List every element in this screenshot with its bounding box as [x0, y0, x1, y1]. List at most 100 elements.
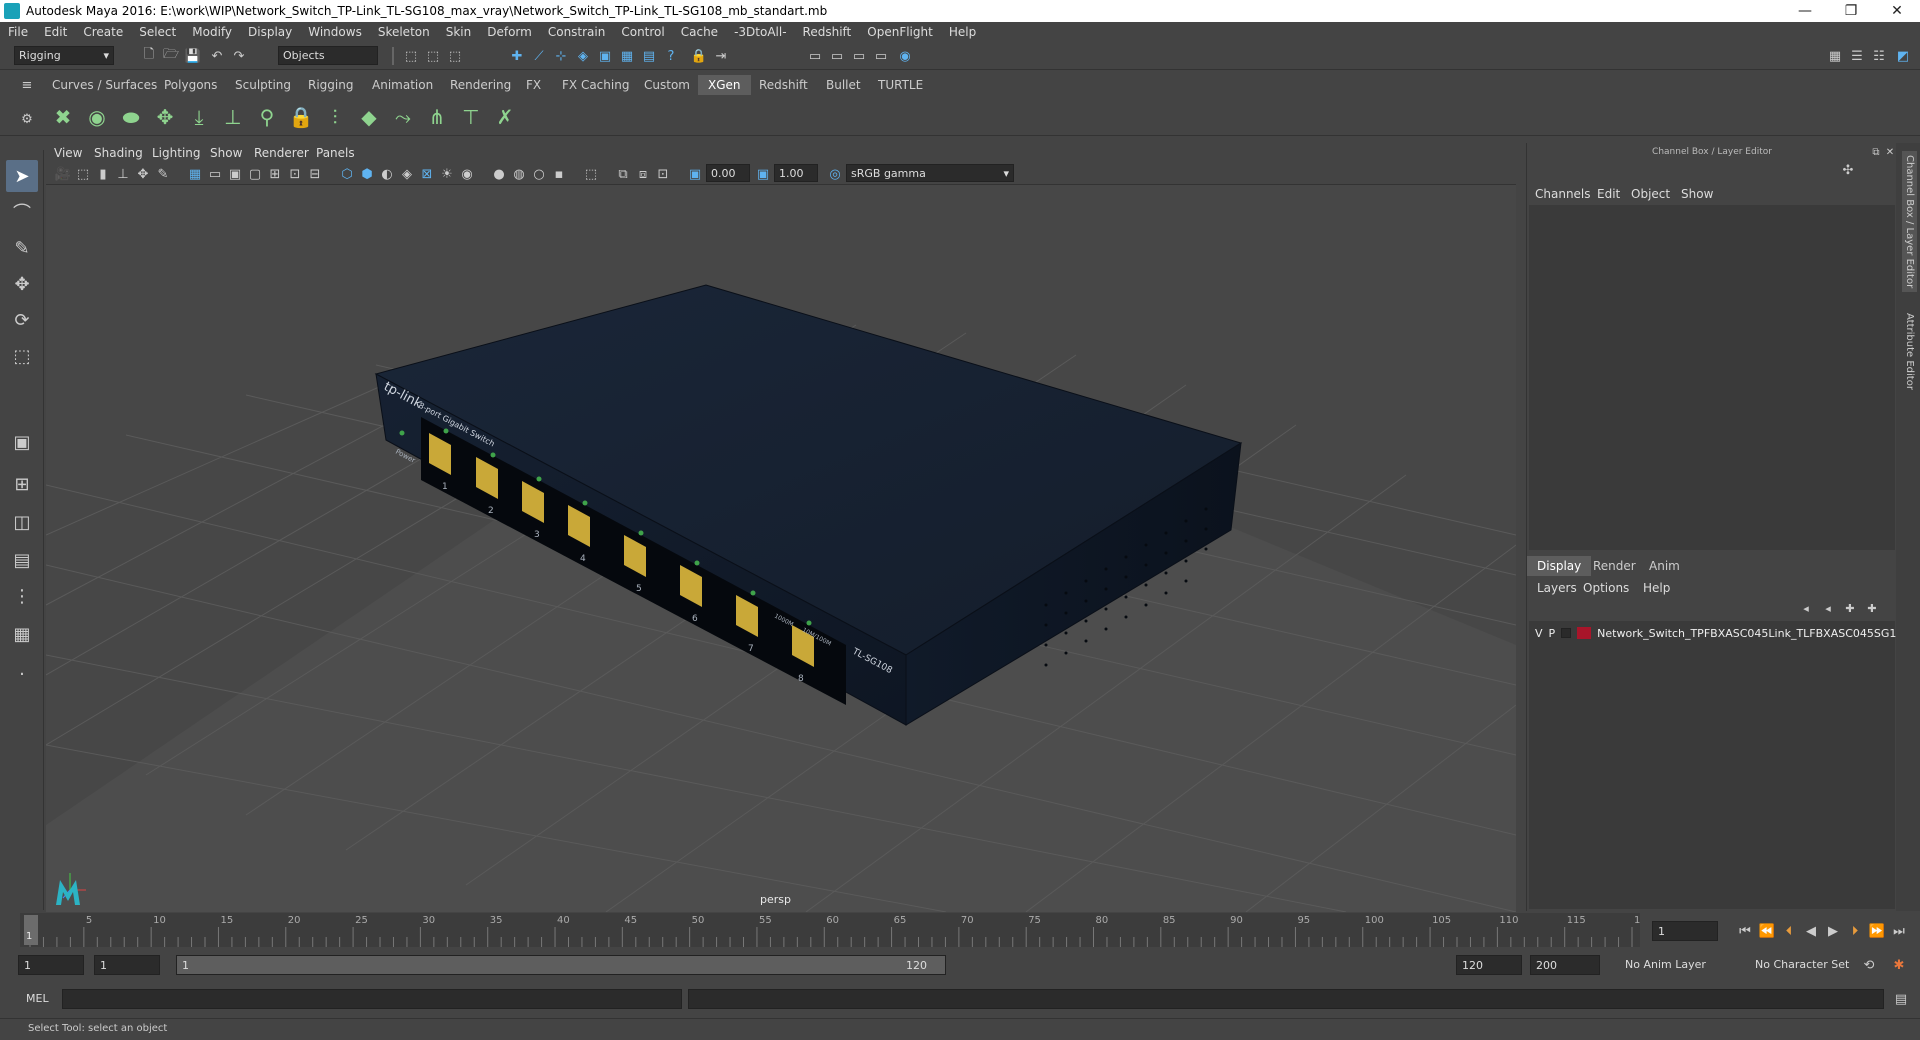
- menu-help[interactable]: Help: [941, 25, 984, 39]
- tab-curves-surfaces[interactable]: Curves / Surfaces: [42, 75, 167, 95]
- gamma-field[interactable]: 1.00: [774, 164, 818, 182]
- layout-graph-icon[interactable]: ⋮: [6, 580, 38, 612]
- xgen-grooming-icon[interactable]: ⫶: [320, 102, 350, 132]
- step-back-key-icon[interactable]: ⏪: [1758, 922, 1776, 940]
- rotate-tool-icon[interactable]: ⟳: [6, 304, 38, 336]
- script-editor-icon[interactable]: ▤: [1892, 990, 1910, 1008]
- edit-menu[interactable]: Edit: [1597, 187, 1620, 201]
- help-menu[interactable]: Help: [1643, 581, 1670, 595]
- scale-tool-icon[interactable]: ⬚: [6, 340, 38, 372]
- layout-icon[interactable]: ◩: [1894, 47, 1912, 65]
- isolate-select-icon[interactable]: ⬚: [582, 165, 600, 183]
- channel-box-toggle-icon[interactable]: ☰: [1848, 47, 1866, 65]
- bookmark-icon[interactable]: ▮: [94, 165, 112, 183]
- viewport-persp[interactable]: tp-link 8-port Gigabit Switch Power TL-S…: [46, 185, 1516, 912]
- image-plane-icon[interactable]: ⊥: [114, 165, 132, 183]
- panel-menu-renderer[interactable]: Renderer: [254, 146, 309, 160]
- playback-start-field[interactable]: 1: [94, 955, 160, 975]
- tab-fx-caching[interactable]: FX Caching: [552, 75, 639, 95]
- camera-attributes-icon[interactable]: ⬚: [74, 165, 92, 183]
- panel-menu-shading[interactable]: Shading: [94, 146, 143, 160]
- resolution-gate-icon[interactable]: ▣: [226, 165, 244, 183]
- grid-icon[interactable]: ▦: [186, 165, 204, 183]
- tool-settings-icon[interactable]: ☷: [1870, 47, 1888, 65]
- redo-icon[interactable]: ↷: [230, 47, 248, 65]
- tab-animation[interactable]: Animation: [362, 75, 443, 95]
- animation-start-field[interactable]: 1: [18, 955, 84, 975]
- tab-rendering[interactable]: Rendering: [440, 75, 521, 95]
- layout-four-icon[interactable]: ⊞: [6, 468, 38, 500]
- layer-type-box[interactable]: [1561, 628, 1572, 638]
- xgen-editor-icon[interactable]: ✖: [48, 102, 78, 132]
- step-back-frame-icon[interactable]: ⏴: [1780, 922, 1798, 940]
- open-scene-icon[interactable]: 🗁: [162, 47, 180, 65]
- snap-surface-icon[interactable]: ▦: [618, 47, 636, 65]
- menu-windows[interactable]: Windows: [300, 25, 370, 39]
- tab-custom[interactable]: Custom: [634, 75, 700, 95]
- play-backward-icon[interactable]: ◀: [1802, 922, 1820, 940]
- tab-channel-box-layer-editor[interactable]: Channel Box / Layer Editor: [1902, 151, 1917, 293]
- play-forward-icon[interactable]: ▶: [1824, 922, 1842, 940]
- tab-fx[interactable]: FX: [516, 75, 551, 95]
- menu-cache[interactable]: Cache: [673, 25, 726, 39]
- menu-openflight[interactable]: OpenFlight: [859, 25, 941, 39]
- step-forward-frame-icon[interactable]: ⏵: [1846, 922, 1864, 940]
- move-layer-up-icon[interactable]: ◂: [1797, 599, 1815, 617]
- panel-menu-show[interactable]: Show: [210, 146, 242, 160]
- safe-title-icon[interactable]: ⊟: [306, 165, 324, 183]
- select-hierarchy-icon[interactable]: ⬚: [402, 47, 420, 65]
- xgen-create-description-icon[interactable]: ⬬: [116, 102, 146, 132]
- move-tool-icon[interactable]: ✥: [6, 268, 38, 300]
- new-scene-icon[interactable]: 🗋: [140, 47, 158, 65]
- new-layer-selected-icon[interactable]: ✚: [1863, 599, 1881, 617]
- xgen-add-guide-icon[interactable]: ⊥: [218, 102, 248, 132]
- xgen-lock-icon[interactable]: 🔒: [286, 102, 316, 132]
- menu-modify[interactable]: Modify: [184, 25, 240, 39]
- xgen-preview-icon[interactable]: ◉: [82, 102, 112, 132]
- selection-mode-dropdown[interactable]: Objects: [278, 46, 378, 65]
- panel-menu-view[interactable]: View: [54, 146, 82, 160]
- toolbox-more-icon[interactable]: ·: [6, 658, 38, 690]
- layout-single-icon[interactable]: ▣: [6, 426, 38, 458]
- screen-space-ao-icon[interactable]: ●: [490, 165, 508, 183]
- menu-edit[interactable]: Edit: [36, 25, 75, 39]
- select-object-icon[interactable]: ⬚: [424, 47, 442, 65]
- menu-select[interactable]: Select: [131, 25, 184, 39]
- snap-curve-icon[interactable]: ⟋: [530, 47, 548, 65]
- default-material-icon[interactable]: ◐: [378, 165, 396, 183]
- animation-preferences-icon[interactable]: ✱: [1890, 956, 1908, 974]
- snap-grid-icon[interactable]: ✚: [508, 47, 526, 65]
- xgen-add-guides-icon[interactable]: ✥: [150, 102, 180, 132]
- menu-skeleton[interactable]: Skeleton: [370, 25, 438, 39]
- time-slider[interactable]: 5 10 15 20 25 30 35 40 45 50 55 60 65 70 75 80 85 90 95 100…: [20, 913, 1640, 947]
- layer-row[interactable]: V P Network_Switch_TPFBXASC045Link_TLFBX…: [1535, 625, 1910, 641]
- shelf-options-icon[interactable]: ⚙: [18, 110, 36, 128]
- menu-file[interactable]: File: [0, 25, 36, 39]
- xgen-select-guides-icon[interactable]: ✗: [490, 102, 520, 132]
- textured-icon[interactable]: ⊠: [418, 165, 436, 183]
- auto-key-icon[interactable]: ⟲: [1860, 956, 1878, 974]
- ipr-render-icon[interactable]: ▭: [850, 47, 868, 65]
- minimize-button[interactable]: —: [1782, 3, 1828, 19]
- panel-menu-lighting[interactable]: Lighting: [152, 146, 201, 160]
- workspace-icon[interactable]: ▦: [1826, 47, 1844, 65]
- layer-playback-toggle[interactable]: P: [1549, 627, 1556, 640]
- xray-icon[interactable]: ⧉: [614, 165, 632, 183]
- menuset-dropdown[interactable]: Rigging ▾: [14, 46, 114, 65]
- xgen-move-guides-icon[interactable]: ⤓: [184, 102, 214, 132]
- paint-select-tool-icon[interactable]: ✎: [6, 232, 38, 264]
- gate-mask-icon[interactable]: ▢: [246, 165, 264, 183]
- tab-render[interactable]: Render: [1583, 556, 1646, 576]
- snap-view-plane-icon[interactable]: ◈: [574, 47, 592, 65]
- tab-sculpting[interactable]: Sculpting: [225, 75, 301, 95]
- tab-redshift[interactable]: Redshift: [749, 75, 818, 95]
- snap-point-icon[interactable]: ⊹: [552, 47, 570, 65]
- move-layer-down-icon[interactable]: ◂: [1819, 599, 1837, 617]
- wireframe-on-shaded-icon[interactable]: ◈: [398, 165, 416, 183]
- xgen-layer-icon[interactable]: ◆: [354, 102, 384, 132]
- playback-end-field[interactable]: 120: [1456, 955, 1522, 975]
- render-frame-icon[interactable]: ▭: [806, 47, 824, 65]
- go-to-start-icon[interactable]: ⏮: [1736, 922, 1754, 940]
- select-tool-icon[interactable]: ➤: [6, 160, 38, 192]
- layout-hypershade-icon[interactable]: ▦: [6, 618, 38, 650]
